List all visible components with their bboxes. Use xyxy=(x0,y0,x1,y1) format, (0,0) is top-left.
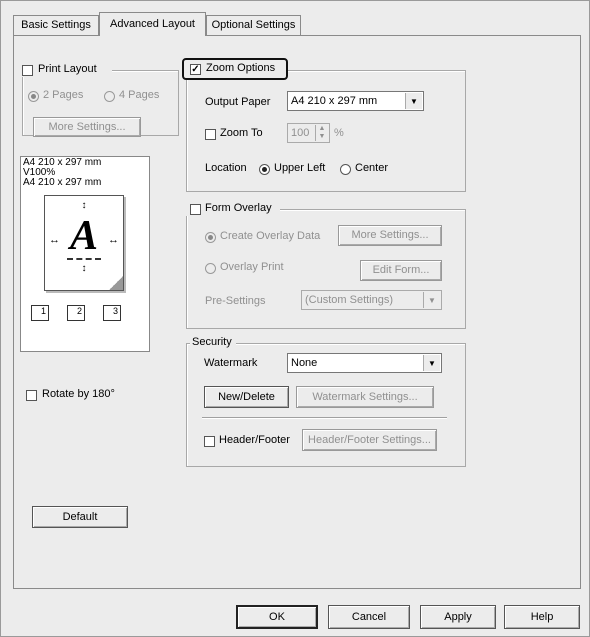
zoom-to-label: Zoom To xyxy=(220,127,263,139)
layout-more-settings-button[interactable]: More Settings... xyxy=(33,117,141,137)
preview-output-size: A4 210 x 297 mm xyxy=(23,177,102,188)
form-overlay-checkbox[interactable] xyxy=(190,204,201,215)
create-overlay-label: Create Overlay Data xyxy=(220,230,321,242)
chevron-down-icon: ▼ xyxy=(423,355,440,371)
print-layout-legend: Print Layout xyxy=(20,63,112,77)
overlay-more-settings-button[interactable]: More Settings... xyxy=(338,225,442,246)
tab-label: Optional Settings xyxy=(211,19,296,31)
presettings-select[interactable]: (Custom Settings) ▼ xyxy=(301,290,442,310)
header-footer-label: Header/Footer xyxy=(219,434,290,446)
overlay-print-radio[interactable] xyxy=(205,263,216,274)
overlay-print-label: Overlay Print xyxy=(220,261,284,273)
edit-form-button[interactable]: Edit Form... xyxy=(360,260,442,281)
chevron-down-icon: ▼ xyxy=(423,292,440,308)
collate-page-icon: 2 xyxy=(67,305,85,321)
zoom-options-highlight: ✓ Zoom Options xyxy=(182,58,288,80)
security-divider xyxy=(202,417,447,419)
new-delete-button[interactable]: New/Delete xyxy=(204,386,289,408)
location-label: Location xyxy=(205,162,247,174)
tab-label: Advanced Layout xyxy=(109,18,195,30)
watermark-select[interactable]: None ▼ xyxy=(287,353,442,373)
page-preview: ↕ ↔ ↔ A ↕ xyxy=(44,195,124,291)
create-overlay-radio[interactable] xyxy=(205,232,216,243)
arrow-horizontal-icon: ↔ xyxy=(108,234,119,246)
tab-advanced-layout[interactable]: Advanced Layout xyxy=(99,12,206,36)
arrow-up-icon: ↕ xyxy=(81,200,87,211)
four-pages-radio[interactable] xyxy=(104,91,115,102)
tab-basic-settings[interactable]: Basic Settings xyxy=(13,15,99,35)
collate-page-icon: 3 xyxy=(103,305,121,321)
collate-stack-icons: 1 2 3 xyxy=(31,303,141,323)
upper-left-radio[interactable] xyxy=(259,164,270,175)
center-label: Center xyxy=(355,162,389,174)
preview-underline xyxy=(67,258,101,260)
collate-page-icon: 1 xyxy=(31,305,49,321)
zoom-to-stepper[interactable]: 100 ▲ ▼ xyxy=(287,123,330,143)
center-radio[interactable] xyxy=(340,164,351,175)
rotate-180-label: Rotate by 180° xyxy=(42,388,115,400)
output-paper-label: Output Paper xyxy=(205,96,271,108)
print-layout-checkbox[interactable] xyxy=(22,65,33,76)
two-pages-label: 2 Pages xyxy=(43,89,84,101)
zoom-to-value: 100 xyxy=(291,127,310,139)
form-overlay-legend: Form Overlay xyxy=(186,202,280,216)
watermark-value: None xyxy=(291,357,318,369)
output-paper-value: A4 210 x 297 mm xyxy=(291,95,378,107)
arrow-horizontal-icon: ↔ xyxy=(49,234,60,246)
layout-preview: A4 210 x 297 mm V100% A4 210 x 297 mm ↕ … xyxy=(20,156,150,352)
watermark-label: Watermark xyxy=(204,357,258,369)
form-overlay-label: Form Overlay xyxy=(205,202,272,214)
preview-letter: A xyxy=(69,213,98,259)
cancel-button[interactable]: Cancel xyxy=(328,605,410,629)
header-footer-checkbox[interactable] xyxy=(204,436,215,447)
chevron-down-icon: ▼ xyxy=(405,93,422,109)
output-paper-select[interactable]: A4 210 x 297 mm ▼ xyxy=(287,91,424,111)
two-pages-radio[interactable] xyxy=(28,91,39,102)
presettings-label: Pre-Settings xyxy=(205,295,266,307)
rotate-180-checkbox[interactable] xyxy=(26,390,37,401)
security-title: Security xyxy=(192,336,232,348)
printer-properties-dialog: Basic Settings Advanced Layout Optional … xyxy=(0,0,590,637)
tab-optional-settings[interactable]: Optional Settings xyxy=(206,15,301,35)
presettings-value: (Custom Settings) xyxy=(305,294,394,306)
zoom-unit: % xyxy=(334,127,344,139)
arrow-down-icon: ↕ xyxy=(81,263,87,274)
zoom-options-checkbox[interactable]: ✓ xyxy=(190,64,201,75)
advanced-layout-panel: Print Layout 2 Pages 4 Pages More Settin… xyxy=(13,35,581,589)
watermark-settings-button[interactable]: Watermark Settings... xyxy=(296,386,434,408)
apply-button[interactable]: Apply xyxy=(420,605,496,629)
zoom-to-checkbox[interactable] xyxy=(205,129,216,140)
four-pages-label: 4 Pages xyxy=(119,89,160,101)
stepper-arrows-icon: ▲ ▼ xyxy=(315,125,328,141)
security-legend: Security xyxy=(190,336,236,350)
default-button[interactable]: Default xyxy=(32,506,128,528)
tab-label: Basic Settings xyxy=(21,19,91,31)
help-button[interactable]: Help xyxy=(504,605,580,629)
print-layout-label: Print Layout xyxy=(38,63,97,75)
upper-left-label: Upper Left xyxy=(274,162,326,174)
ok-button[interactable]: OK xyxy=(236,605,318,629)
zoom-options-label: Zoom Options xyxy=(206,62,276,74)
page-curl-icon xyxy=(109,276,123,290)
header-footer-settings-button[interactable]: Header/Footer Settings... xyxy=(302,429,437,451)
